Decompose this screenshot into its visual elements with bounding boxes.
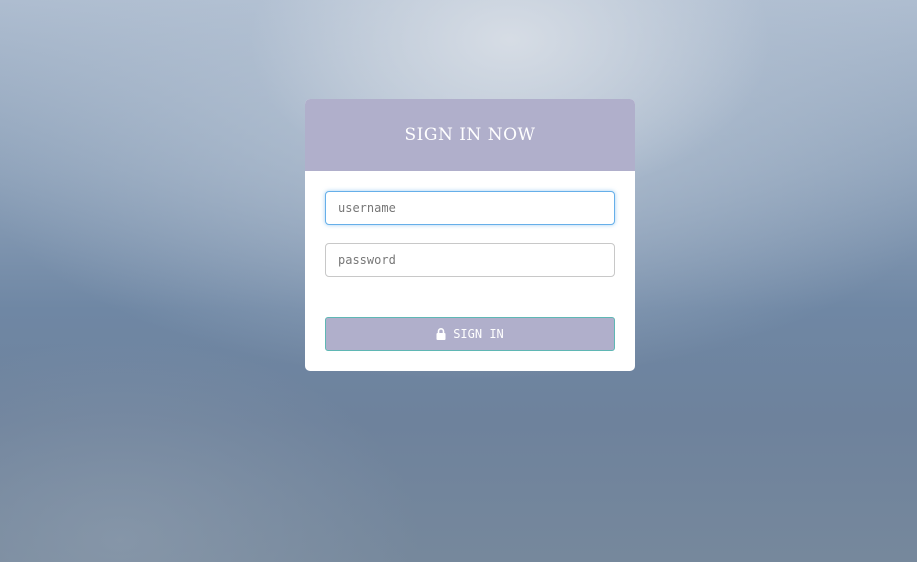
login-form: SIGN IN: [305, 171, 635, 351]
username-input[interactable]: [325, 191, 615, 225]
password-input[interactable]: [325, 243, 615, 277]
login-header: SIGN IN NOW: [305, 99, 635, 171]
sign-in-button[interactable]: SIGN IN: [325, 317, 615, 351]
sign-in-button-label: SIGN IN: [453, 327, 504, 341]
login-title: SIGN IN NOW: [404, 125, 536, 145]
lock-icon: [436, 328, 446, 340]
login-card: SIGN IN NOW SIGN IN: [305, 99, 635, 371]
